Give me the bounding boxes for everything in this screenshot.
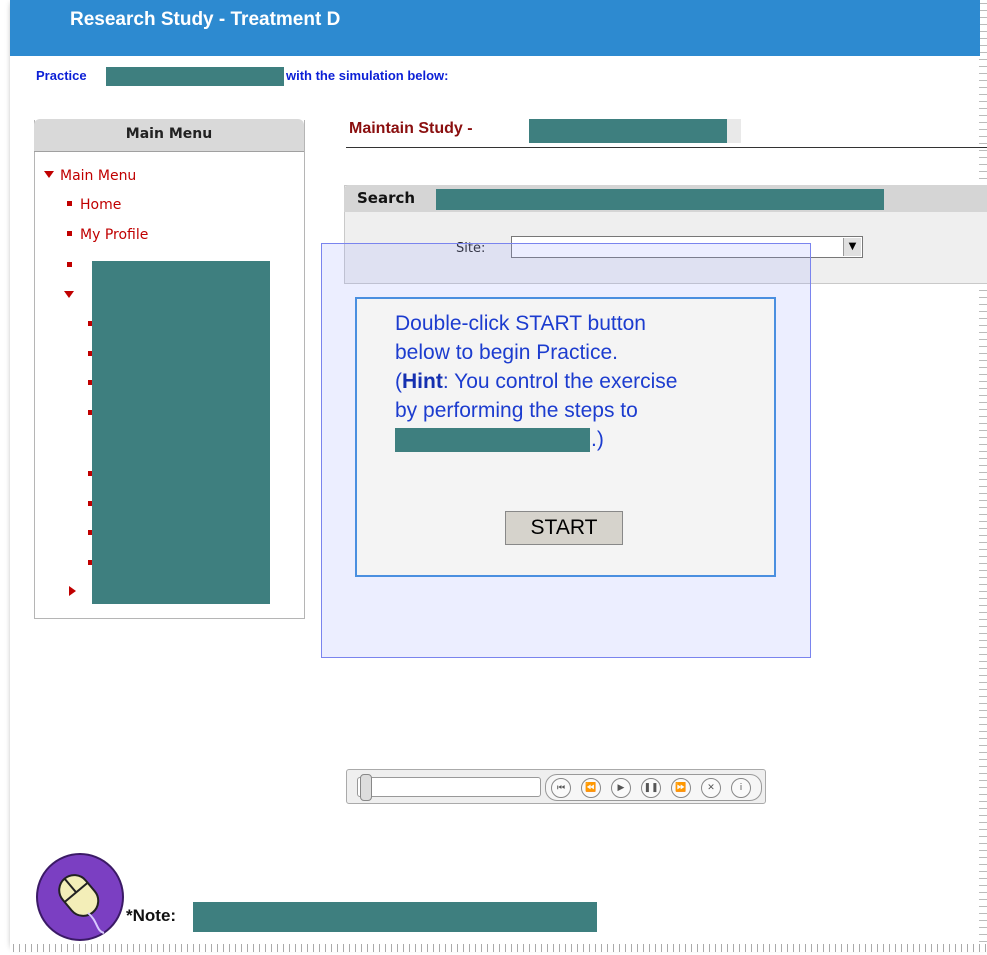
sidebar-item-label: Home [80,197,122,213]
sidebar-item-my-profile[interactable]: My Profile [67,227,148,243]
dialog-instructions: Double-click START button below to begin… [395,309,765,454]
fast-forward-icon[interactable]: ⏩ [671,778,691,798]
dialog-line-5-end: .) [591,428,604,451]
bullet-icon [67,231,72,236]
start-dialog: Double-click START button below to begin… [355,297,776,577]
redacted-block [436,189,884,210]
redacted-block [395,428,590,452]
dialog-line-4: by performing the steps to [395,399,638,422]
progress-track[interactable] [357,777,541,797]
caret-right-icon [69,586,76,596]
redacted-block [106,67,284,86]
skip-back-icon[interactable]: ⏮ [551,778,571,798]
playback-controls: ⏮ ⏪ ▶ ❚❚ ⏩ ✕ i [346,769,766,804]
sidebar-item-home[interactable]: Home [67,197,121,213]
hint-open: ( [395,370,402,393]
info-icon[interactable]: i [731,778,751,798]
mouse-icon [36,853,124,941]
progress-thumb[interactable] [360,774,372,801]
hint-label: Hint [402,370,443,393]
dialog-line-2: below to begin Practice. [395,341,618,364]
caret-down-icon [44,171,54,178]
play-icon[interactable]: ▶ [611,778,631,798]
practice-suffix: with the simulation below: [286,68,449,83]
sidebar-item-label: My Profile [80,227,149,243]
note-label: *Note: [126,906,177,925]
dialog-line-1: Double-click START button [395,312,646,335]
title-tab-edge [727,119,741,143]
dialog-line-3: (Hint: You control the exercise [395,367,765,396]
close-icon[interactable]: ✕ [701,778,721,798]
page-title: Maintain Study - [349,120,473,137]
bullet-icon [67,262,72,267]
mouse-icon-graphic [58,874,105,934]
title-bar: Research Study - Treatment D [10,0,980,56]
redacted-block [193,902,597,932]
sidebar-item-main-menu[interactable]: Main Menu [44,168,136,184]
torn-edge-right [979,0,987,944]
sidebar-header: Main Menu [34,119,304,152]
pause-icon[interactable]: ❚❚ [641,778,661,798]
rewind-icon[interactable]: ⏪ [581,778,601,798]
bullet-icon [67,201,72,206]
torn-edge-bottom [10,944,987,952]
chevron-down-icon[interactable]: ▼ [843,238,861,256]
sidebar-header-label: Main Menu [125,126,213,142]
practice-label: Practice [36,68,87,83]
redacted-block [92,261,270,604]
hint-text: : You control the exercise [442,370,678,393]
search-header-label: Search [357,189,416,207]
title-divider [346,147,987,148]
caret-down-icon [64,291,74,298]
redacted-block [529,119,727,143]
dialog-line-5: .) [395,425,765,454]
sidebar-item-label: Main Menu [60,168,137,184]
start-button[interactable]: START [505,511,623,545]
player-button-group: ⏮ ⏪ ▶ ❚❚ ⏩ ✕ i [545,774,762,801]
app-title: Research Study - Treatment D [70,9,341,30]
